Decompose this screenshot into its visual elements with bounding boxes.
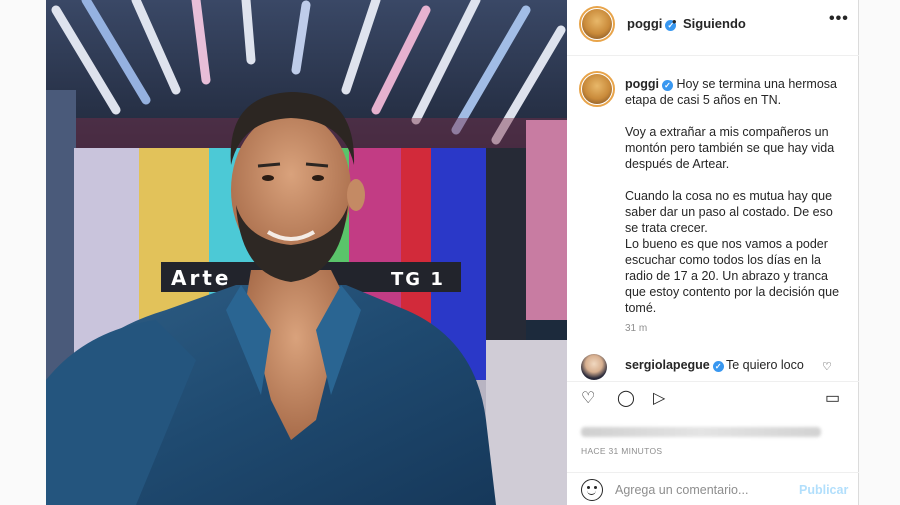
- post-timestamp[interactable]: HACE 31 MINUTOS: [581, 446, 662, 456]
- selfie-image: Arte TG 1: [46, 0, 567, 505]
- verified-icon: ✓: [712, 361, 724, 372]
- likes-summary-blurred: [581, 427, 821, 437]
- avatar[interactable]: [582, 74, 612, 104]
- action-bar: ♡ ◯ ▷ ▭: [567, 381, 859, 407]
- page-gutter: [859, 0, 900, 505]
- comment-text: Te quiero loco: [726, 358, 804, 372]
- share-icon[interactable]: ▷: [653, 388, 665, 408]
- caption-area: poggi ✓ Hoy se termina una hermosa etapa …: [567, 57, 859, 379]
- post-side-panel: poggi ✓ • Siguiendo ••• poggi ✓ Hoy se ter…: [567, 0, 859, 505]
- separator-dot: •: [672, 14, 677, 29]
- publish-button[interactable]: Publicar: [799, 483, 848, 497]
- add-comment-bar: Publicar: [567, 472, 859, 505]
- heart-icon[interactable]: ♡: [822, 360, 832, 373]
- caption-text: poggi ✓ Hoy se termina una hermosa etapa …: [625, 76, 847, 316]
- comment-username[interactable]: sergiolapegue ✓: [625, 358, 724, 372]
- comment-icon[interactable]: ◯: [617, 388, 635, 408]
- like-icon[interactable]: ♡: [581, 388, 595, 408]
- post-photo[interactable]: Arte TG 1: [46, 0, 567, 505]
- emoji-icon[interactable]: [581, 479, 603, 501]
- caption-body: Hoy se termina una hermosa etapa de casi…: [625, 77, 840, 315]
- comment-item: sergiolapegue ✓ Te quiero loco ♡: [567, 352, 859, 380]
- sign-text-left: Arte: [171, 266, 231, 290]
- comment-input[interactable]: [615, 481, 795, 499]
- post-header: poggi ✓ • Siguiendo •••: [567, 0, 859, 56]
- page: Arte TG 1 poggi ✓ • Siguiendo ••• poggi …: [0, 0, 900, 505]
- avatar[interactable]: [582, 9, 612, 39]
- header-username[interactable]: poggi ✓: [627, 16, 677, 31]
- verified-icon: ✓: [662, 80, 674, 91]
- avatar[interactable]: [581, 354, 607, 380]
- caption-username[interactable]: poggi ✓: [625, 77, 674, 91]
- follow-status-button[interactable]: Siguiendo: [683, 16, 746, 31]
- caption-time[interactable]: 31 m: [625, 323, 647, 334]
- sign-text-right: TG 1: [391, 269, 445, 290]
- save-icon[interactable]: ▭: [825, 388, 840, 408]
- more-options-icon[interactable]: •••: [829, 10, 849, 28]
